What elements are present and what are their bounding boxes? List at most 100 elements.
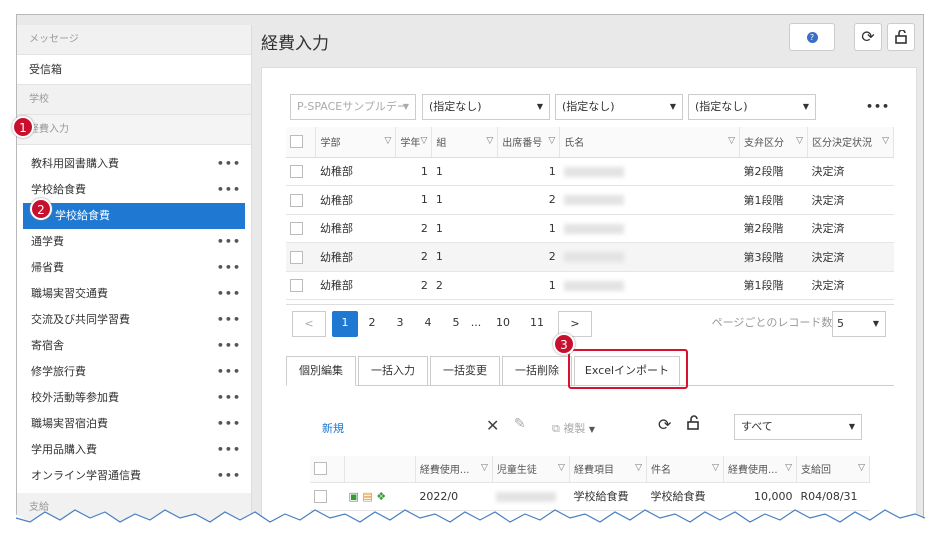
unlock-button[interactable]: [887, 23, 915, 51]
tab-bulk-input[interactable]: 一括入力: [358, 356, 428, 386]
row-checkbox[interactable]: [290, 279, 303, 292]
refresh-button[interactable]: ⟳: [854, 23, 882, 51]
col-header[interactable]: 区分決定状況 ▽: [807, 127, 895, 158]
sidebar-item-internship-lodging[interactable]: 職場実習宿泊費 •••: [17, 411, 251, 437]
select-all-checkbox[interactable]: [290, 135, 303, 149]
new-button[interactable]: 新規: [322, 420, 344, 436]
sidebar-item-homecoming[interactable]: 帰省費 •••: [17, 255, 251, 281]
filter-select-2[interactable]: (指定なし) ▼: [422, 94, 550, 120]
filter-icon[interactable]: ▽: [785, 463, 792, 473]
school-select[interactable]: P-SPACEサンプルデー ▼: [290, 94, 416, 120]
sidebar-section-messages[interactable]: メッセージ: [17, 25, 251, 55]
sidebar-section-expense[interactable]: 経費入力: [17, 115, 251, 145]
page-button-current[interactable]: 1: [332, 311, 358, 337]
sidebar-item-textbook[interactable]: 教科用図書購入費 •••: [17, 151, 251, 177]
sidebar-item-school-lunch-active[interactable]: 学校給食費: [23, 203, 245, 229]
col-header[interactable]: 経費項目 ▽: [569, 456, 647, 483]
col-header[interactable]: 経費使用... ▽: [415, 456, 493, 483]
more-icon[interactable]: •••: [217, 151, 241, 177]
more-icon[interactable]: •••: [217, 307, 241, 333]
page-button[interactable]: 10: [490, 311, 516, 337]
filter-select-3[interactable]: (指定なし) ▼: [555, 94, 683, 120]
filter-select-4[interactable]: (指定なし) ▼: [688, 94, 816, 120]
col-header[interactable]: 件名 ▽: [646, 456, 725, 483]
row-checkbox[interactable]: [290, 165, 303, 178]
sidebar-item-label: 寄宿舎: [31, 339, 64, 352]
edit-icon[interactable]: ✎: [514, 416, 526, 432]
tab-individual-edit[interactable]: 個別編集: [286, 356, 356, 386]
sidebar-item-commute[interactable]: 通学費 •••: [17, 229, 251, 255]
filter-icon[interactable]: ▽: [728, 136, 735, 146]
cell-name: [559, 214, 740, 243]
col-header[interactable]: 支給回 ▽: [796, 456, 871, 483]
page-button[interactable]: 11: [524, 311, 550, 337]
view-filter-select[interactable]: すべて ▼: [734, 414, 862, 440]
more-icon[interactable]: •••: [217, 411, 241, 437]
more-icon[interactable]: •••: [217, 255, 241, 281]
student-table: 学部 ▽ 学年 ▽ 組 ▽ 出席番号 ▽ 氏名 ▽ 支弁区分 ▽ 区分決定状況 ▽ 幼稚部 1…: [286, 127, 895, 300]
sidebar-item-school-trip[interactable]: 修学旅行費 •••: [17, 359, 251, 385]
refresh-icon[interactable]: ⟳: [658, 415, 671, 434]
table-row[interactable]: 幼稚部 2 1 1 第2段階 決定済: [286, 214, 894, 243]
close-icon[interactable]: ✕: [486, 416, 499, 435]
tab-bulk-change[interactable]: 一括変更: [430, 356, 500, 386]
col-header[interactable]: 氏名 ▽: [559, 127, 741, 158]
sidebar-item-exchange[interactable]: 交流及び共同学習費 •••: [17, 307, 251, 333]
col-header[interactable]: 支弁区分 ▽: [739, 127, 808, 158]
filter-icon[interactable]: ▽: [384, 136, 391, 146]
prev-page-button[interactable]: <: [292, 311, 326, 337]
sidebar-item-school-lunch[interactable]: 学校給食費 •••: [17, 177, 251, 203]
sidebar-section-school[interactable]: 学校: [17, 85, 251, 115]
col-header[interactable]: 組 ▽: [431, 127, 499, 158]
filter-icon[interactable]: ▽: [712, 463, 719, 473]
col-header[interactable]: 出席番号 ▽: [497, 127, 561, 158]
filter-icon[interactable]: ▽: [558, 463, 565, 473]
per-page-select[interactable]: 5 ▼: [832, 311, 886, 337]
table-row[interactable]: 幼稚部 1 1 1 第2段階 決定済: [286, 157, 894, 186]
sidebar-item-online[interactable]: オンライン学習通信費 •••: [17, 463, 251, 489]
table-row[interactable]: 幼稚部 2 1 2 第3段階 決定済: [286, 242, 894, 272]
main-area: 経費入力 ? ⟳ P-SPACEサンプルデー ▼ (指定なし) ▼ (指定なし) ▼ …: [253, 15, 923, 533]
more-icon[interactable]: •••: [217, 177, 241, 203]
copy-button[interactable]: ⧉ 複製 ▼: [552, 420, 595, 436]
table-row[interactable]: 幼稚部 1 1 2 第1段階 決定済: [286, 185, 894, 215]
col-header[interactable]: 児童生徒 ▽: [492, 456, 570, 483]
sidebar-item-supplies[interactable]: 学用品購入費 •••: [17, 437, 251, 463]
more-icon[interactable]: •••: [217, 359, 241, 385]
col-header[interactable]: 経費使用... ▽: [723, 456, 797, 483]
row-checkbox[interactable]: [290, 222, 303, 235]
filter-icon[interactable]: ▽: [858, 463, 865, 473]
more-icon[interactable]: •••: [217, 463, 241, 489]
help-button[interactable]: ?: [789, 23, 835, 51]
tab-bulk-delete[interactable]: 一括削除: [502, 356, 572, 386]
filter-icon[interactable]: ▽: [548, 136, 555, 146]
filter-icon[interactable]: ▽: [486, 136, 493, 146]
cell-grade: 1: [395, 157, 432, 186]
sidebar-item-inbox[interactable]: 受信箱: [17, 55, 251, 85]
filter-icon[interactable]: ▽: [635, 463, 642, 473]
page-button[interactable]: 3: [390, 311, 410, 337]
filter-icon[interactable]: ▽: [796, 136, 803, 146]
col-header[interactable]: 学年 ▽: [395, 127, 433, 158]
row-checkbox[interactable]: [290, 193, 303, 207]
sidebar-item-dormitory[interactable]: 寄宿舎 •••: [17, 333, 251, 359]
row-checkbox[interactable]: [290, 250, 303, 264]
page-button[interactable]: 4: [418, 311, 438, 337]
sidebar-item-outside-activity[interactable]: 校外活動等参加費 •••: [17, 385, 251, 411]
sidebar-item-internship-transport[interactable]: 職場実習交通費 •••: [17, 281, 251, 307]
more-icon[interactable]: •••: [217, 437, 241, 463]
page-button[interactable]: 2: [362, 311, 382, 337]
page-button[interactable]: 5: [446, 311, 466, 337]
filter-icon[interactable]: ▽: [882, 136, 889, 146]
more-options-icon[interactable]: •••: [866, 100, 890, 113]
select-all-checkbox[interactable]: [314, 462, 327, 476]
filter-icon[interactable]: ▽: [481, 463, 488, 473]
unlock-icon[interactable]: [686, 415, 700, 431]
filter-icon[interactable]: ▽: [420, 136, 427, 146]
more-icon[interactable]: •••: [217, 385, 241, 411]
table-row[interactable]: 幼稚部 2 2 1 第1段階 決定済: [286, 271, 894, 300]
more-icon[interactable]: •••: [217, 229, 241, 255]
col-header[interactable]: 学部 ▽: [315, 127, 397, 158]
more-icon[interactable]: •••: [217, 333, 241, 359]
more-icon[interactable]: •••: [217, 281, 241, 307]
